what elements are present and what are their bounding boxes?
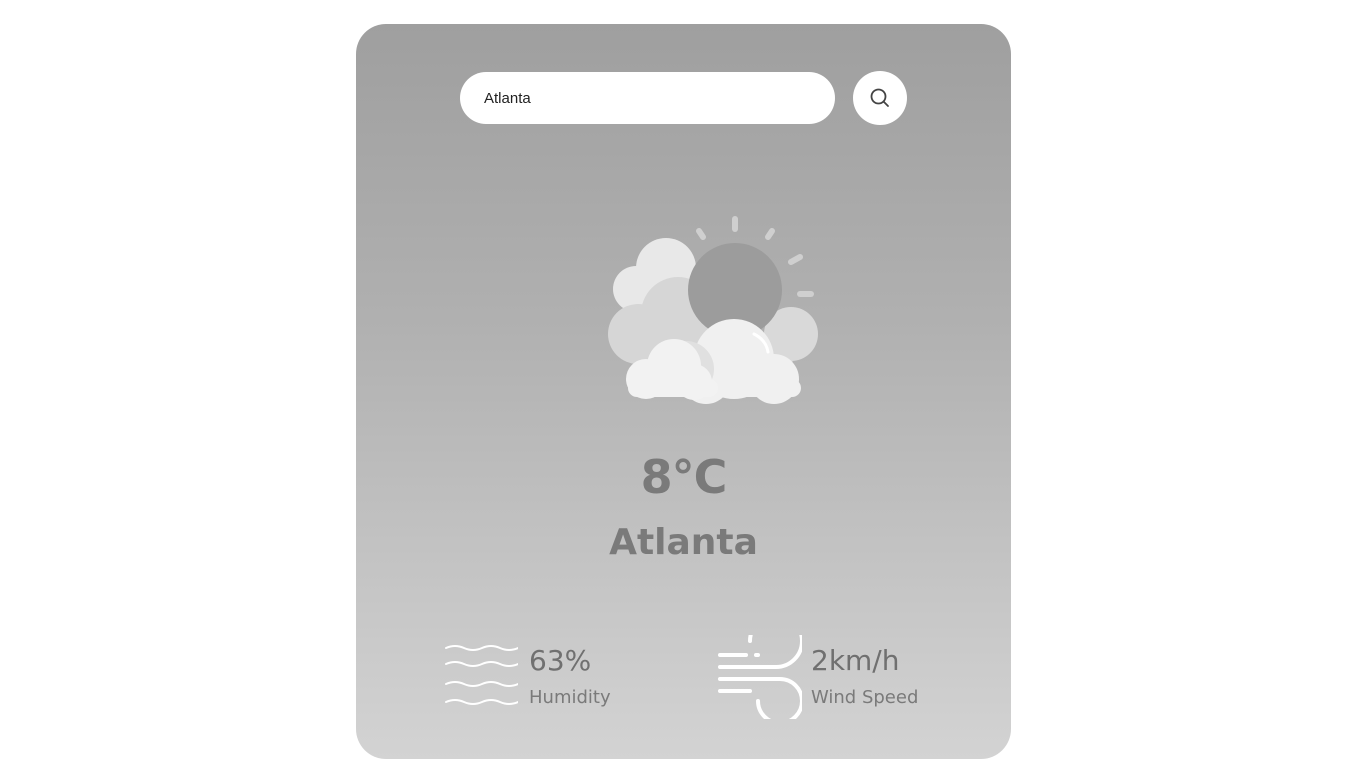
wind-icon xyxy=(718,635,802,719)
city-name: Atlanta xyxy=(609,522,758,563)
humidity-waves-icon xyxy=(445,645,518,705)
weather-card: 8°C Atlanta 63% Humidity 2km/h Wind Spee… xyxy=(356,24,1011,759)
wind-speed-label: Wind Speed xyxy=(811,687,919,708)
search-button[interactable] xyxy=(853,71,907,125)
partly-cloudy-icon xyxy=(608,216,818,404)
wind-speed-value: 2km/h xyxy=(811,644,900,677)
humidity-label: Humidity xyxy=(529,687,611,708)
city-search-input[interactable] xyxy=(460,72,835,124)
humidity-value: 63% xyxy=(529,644,592,677)
temperature: 8°C xyxy=(640,450,728,504)
search-icon xyxy=(870,88,889,107)
